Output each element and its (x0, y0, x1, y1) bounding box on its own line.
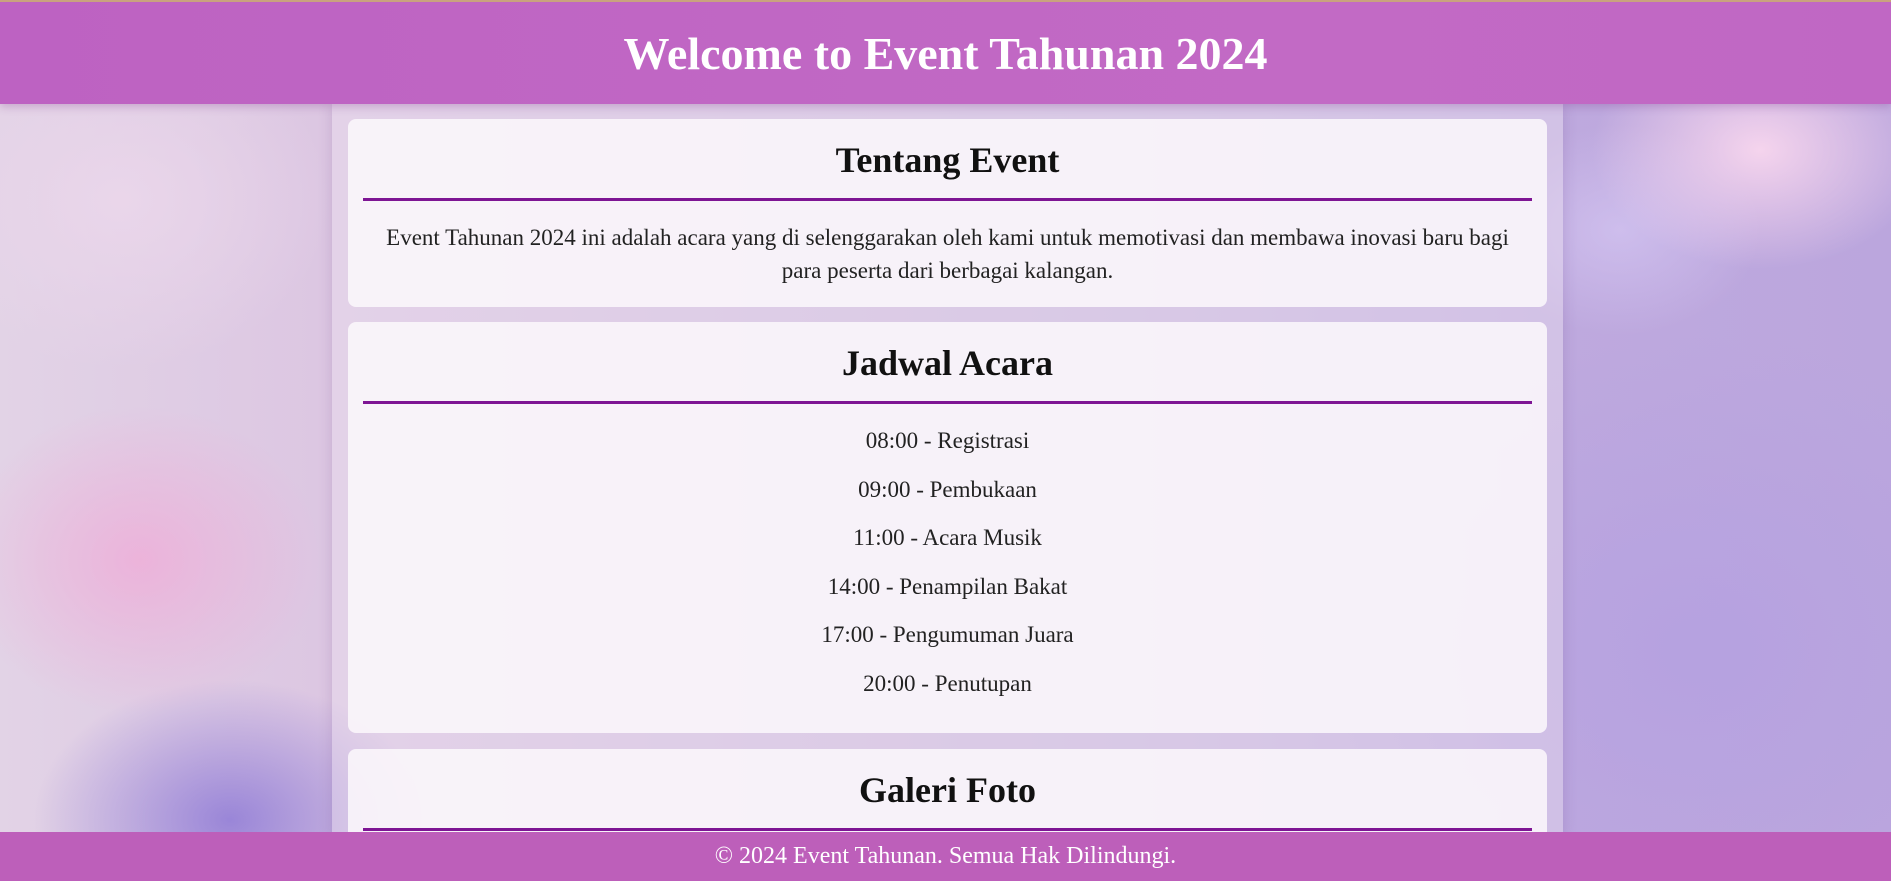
gallery-heading: Galeri Foto (859, 770, 1036, 810)
about-heading: Tentang Event (835, 140, 1060, 180)
schedule-item: 14:00 - Penampilan Bakat (827, 573, 1068, 599)
schedule-list: 08:00 - Registrasi 09:00 - Pembukaan 11:… (348, 426, 1547, 718)
about-description: Event Tahunan 2024 ini adalah acara yang… (386, 225, 1509, 283)
section-divider (363, 198, 1532, 201)
page-title: Welcome to Event Tahunan 2024 (623, 27, 1268, 79)
schedule-item: 09:00 - Pembukaan (858, 476, 1037, 502)
page-header: Welcome to Event Tahunan 2024 (0, 0, 1891, 104)
schedule-item: 11:00 - Acara Musik (853, 525, 1042, 551)
schedule-item: 17:00 - Pengumuman Juara (821, 622, 1074, 648)
schedule-section: Jadwal Acara 08:00 - Registrasi 09:00 - … (348, 322, 1547, 733)
main-content[interactable]: Tentang Event Event Tahunan 2024 ini ada… (332, 104, 1563, 844)
gallery-section: Galeri Foto (348, 749, 1547, 844)
footer-copyright: © 2024 Event Tahunan. Semua Hak Dilindun… (714, 843, 1177, 869)
schedule-item: 20:00 - Penutupan (863, 670, 1032, 696)
page-footer: © 2024 Event Tahunan. Semua Hak Dilindun… (0, 832, 1891, 881)
schedule-heading: Jadwal Acara (842, 343, 1053, 383)
schedule-item: 08:00 - Registrasi (865, 428, 1030, 453)
about-section: Tentang Event Event Tahunan 2024 ini ada… (348, 119, 1547, 307)
section-divider (363, 401, 1532, 404)
section-divider (363, 828, 1532, 831)
